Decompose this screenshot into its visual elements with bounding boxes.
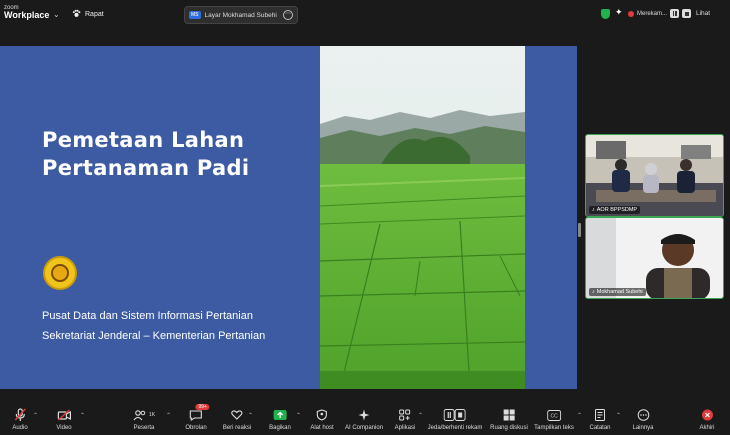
end-label: Akhiri: [699, 425, 715, 431]
chat-bubble-icon: 99+: [185, 404, 210, 422]
more-label: Lainnya: [632, 425, 654, 431]
share-avatar-badge: MS: [189, 11, 201, 19]
apps-button[interactable]: Aplikasi: [394, 408, 416, 431]
panel-resize-handle[interactable]: [578, 223, 581, 237]
zoom-logo: zoom Workplace: [4, 5, 49, 20]
apps-options-chevron-icon[interactable]: ⌃: [418, 412, 423, 419]
ai-companion-button[interactable]: AI Companion: [345, 408, 383, 431]
apps-icon: [395, 408, 416, 422]
participant-name: AOR BPPSDMP: [596, 207, 638, 213]
breakout-rooms-label: Ruang diskusi: [490, 425, 528, 431]
ministry-emblem-logo: [43, 256, 77, 290]
host-tools-label: Alat host: [310, 425, 334, 431]
participant-tile-active-speaker[interactable]: ♪ Mokhamad Subehi: [585, 217, 724, 299]
breakout-rooms-button[interactable]: Ruang diskusi: [490, 408, 528, 431]
share-label: Layar Mokhamad Subehi: [204, 11, 277, 19]
recording-label: Merekam...: [637, 10, 668, 17]
paw-icon: [72, 9, 81, 20]
participants-options-chevron-icon[interactable]: ⌃: [166, 412, 171, 419]
participants-label: Peserta: [133, 425, 155, 431]
react-options-chevron-icon[interactable]: ⌃: [248, 412, 253, 419]
slide-title-line2: Pertanaman Padi: [42, 156, 250, 180]
slide-title-line1: Pemetaan Lahan: [42, 128, 245, 152]
rice-field-photo: [320, 46, 525, 389]
logo-line2: Workplace: [4, 10, 50, 20]
screen-share-indicator[interactable]: MS Layar Mokhamad Subehi ⋯: [184, 6, 298, 24]
ai-sparkle-icon: [345, 408, 383, 422]
react-button[interactable]: Beri reaksi: [223, 408, 251, 431]
end-meeting-button[interactable]: Akhiri: [699, 408, 715, 431]
notes-button[interactable]: Catatan: [589, 408, 611, 431]
people-icon: 1K: [133, 408, 155, 422]
cc-icon: CC: [534, 408, 574, 422]
mic-muted-icon: ♪: [592, 207, 595, 213]
share-options-chevron-icon[interactable]: ⌃: [296, 412, 301, 419]
mic-muted-icon: [12, 408, 27, 422]
captions-button[interactable]: CC Tampilkan teks: [534, 408, 574, 431]
participant-name-tag: ♪ Mokhamad Subehi: [589, 288, 646, 296]
participant-name: Mokhamad Subehi: [596, 289, 643, 295]
recording-dot-icon: [628, 10, 634, 17]
breakout-rooms-icon: [490, 408, 528, 422]
view-menu-button[interactable]: Lihat: [696, 10, 710, 17]
captions-label: Tampilkan teks: [534, 425, 574, 431]
audio-label: Audio: [12, 425, 28, 431]
video-label: Video: [56, 425, 72, 431]
meeting-info-button[interactable]: Rapat: [72, 9, 104, 20]
audio-options-chevron-icon[interactable]: ⌃: [33, 412, 38, 419]
chat-button[interactable]: 99+ Obrolan: [185, 404, 210, 431]
close-icon: [699, 408, 714, 422]
notes-icon: [589, 408, 610, 422]
video-button[interactable]: Video: [56, 408, 72, 431]
slide-title: Pemetaan Lahan Pertanaman Padi: [42, 126, 249, 182]
pause-stop-recording-button[interactable]: Jeda/berhenti rekam: [427, 408, 483, 431]
host-tools-button[interactable]: Alat host: [310, 408, 334, 431]
more-dots-icon: [632, 408, 653, 422]
top-bar: zoom Workplace ⌄ Rapat MS Layar Mokhamad…: [0, 0, 730, 30]
share-button[interactable]: Bagikan: [269, 408, 291, 431]
ai-sparkle-icon[interactable]: ✦: [615, 7, 623, 18]
react-label: Beri reaksi: [222, 425, 252, 431]
heart-icon: [223, 408, 251, 422]
slide-org-line2: Sekretariat Jenderal – Kementerian Perta…: [42, 330, 266, 342]
chevron-down-icon[interactable]: ⌄: [53, 10, 60, 19]
more-options-icon[interactable]: ⋯: [283, 10, 293, 20]
video-options-chevron-icon[interactable]: ⌃: [80, 412, 85, 419]
chat-unread-badge: 99+: [195, 404, 210, 410]
participant-name-tag: ♪ AOR BPPSDMP: [589, 206, 641, 214]
recording-indicator: Merekam...: [628, 9, 692, 18]
participants-count: 1K: [148, 412, 156, 418]
stop-recording-button[interactable]: [682, 9, 692, 18]
pause-recording-button[interactable]: [670, 9, 680, 18]
audio-button[interactable]: Audio: [12, 408, 28, 431]
notes-options-chevron-icon[interactable]: ⌃: [616, 412, 621, 419]
camera-off-icon: [56, 408, 71, 422]
notes-label: Catatan: [589, 425, 611, 431]
more-button[interactable]: Lainnya: [632, 408, 654, 431]
captions-options-chevron-icon[interactable]: ⌃: [577, 412, 582, 419]
share-screen-icon: [269, 408, 291, 422]
participants-button[interactable]: 1K Peserta: [133, 408, 155, 431]
pause-stop-recording-label: Jeda/berhenti rekam: [427, 425, 483, 431]
ai-companion-label: AI Companion: [344, 425, 384, 431]
zoom-meeting-window: zoom Workplace ⌄ Rapat MS Layar Mokhamad…: [0, 0, 730, 435]
security-shield-icon[interactable]: [601, 9, 610, 19]
apps-label: Aplikasi: [394, 425, 416, 431]
mic-muted-icon: ♪: [592, 289, 595, 295]
chat-label: Obrolan: [185, 425, 207, 431]
meeting-label: Rapat: [85, 11, 104, 18]
participant-tile[interactable]: ♪ AOR BPPSDMP: [585, 134, 724, 217]
share-label: Bagikan: [269, 425, 291, 431]
pause-stop-icon: [428, 408, 483, 422]
shield-icon: [310, 408, 333, 422]
meeting-toolbar: Audio ⌃ Video ⌃ 1K Peserta ⌃ 99+ Obrolan: [0, 402, 730, 435]
shared-slide: Pemetaan Lahan Pertanaman Padi Pusat Dat…: [0, 46, 577, 389]
slide-org-line1: Pusat Data dan Sistem Informasi Pertania…: [42, 310, 253, 322]
svg-text:CC: CC: [550, 413, 558, 419]
